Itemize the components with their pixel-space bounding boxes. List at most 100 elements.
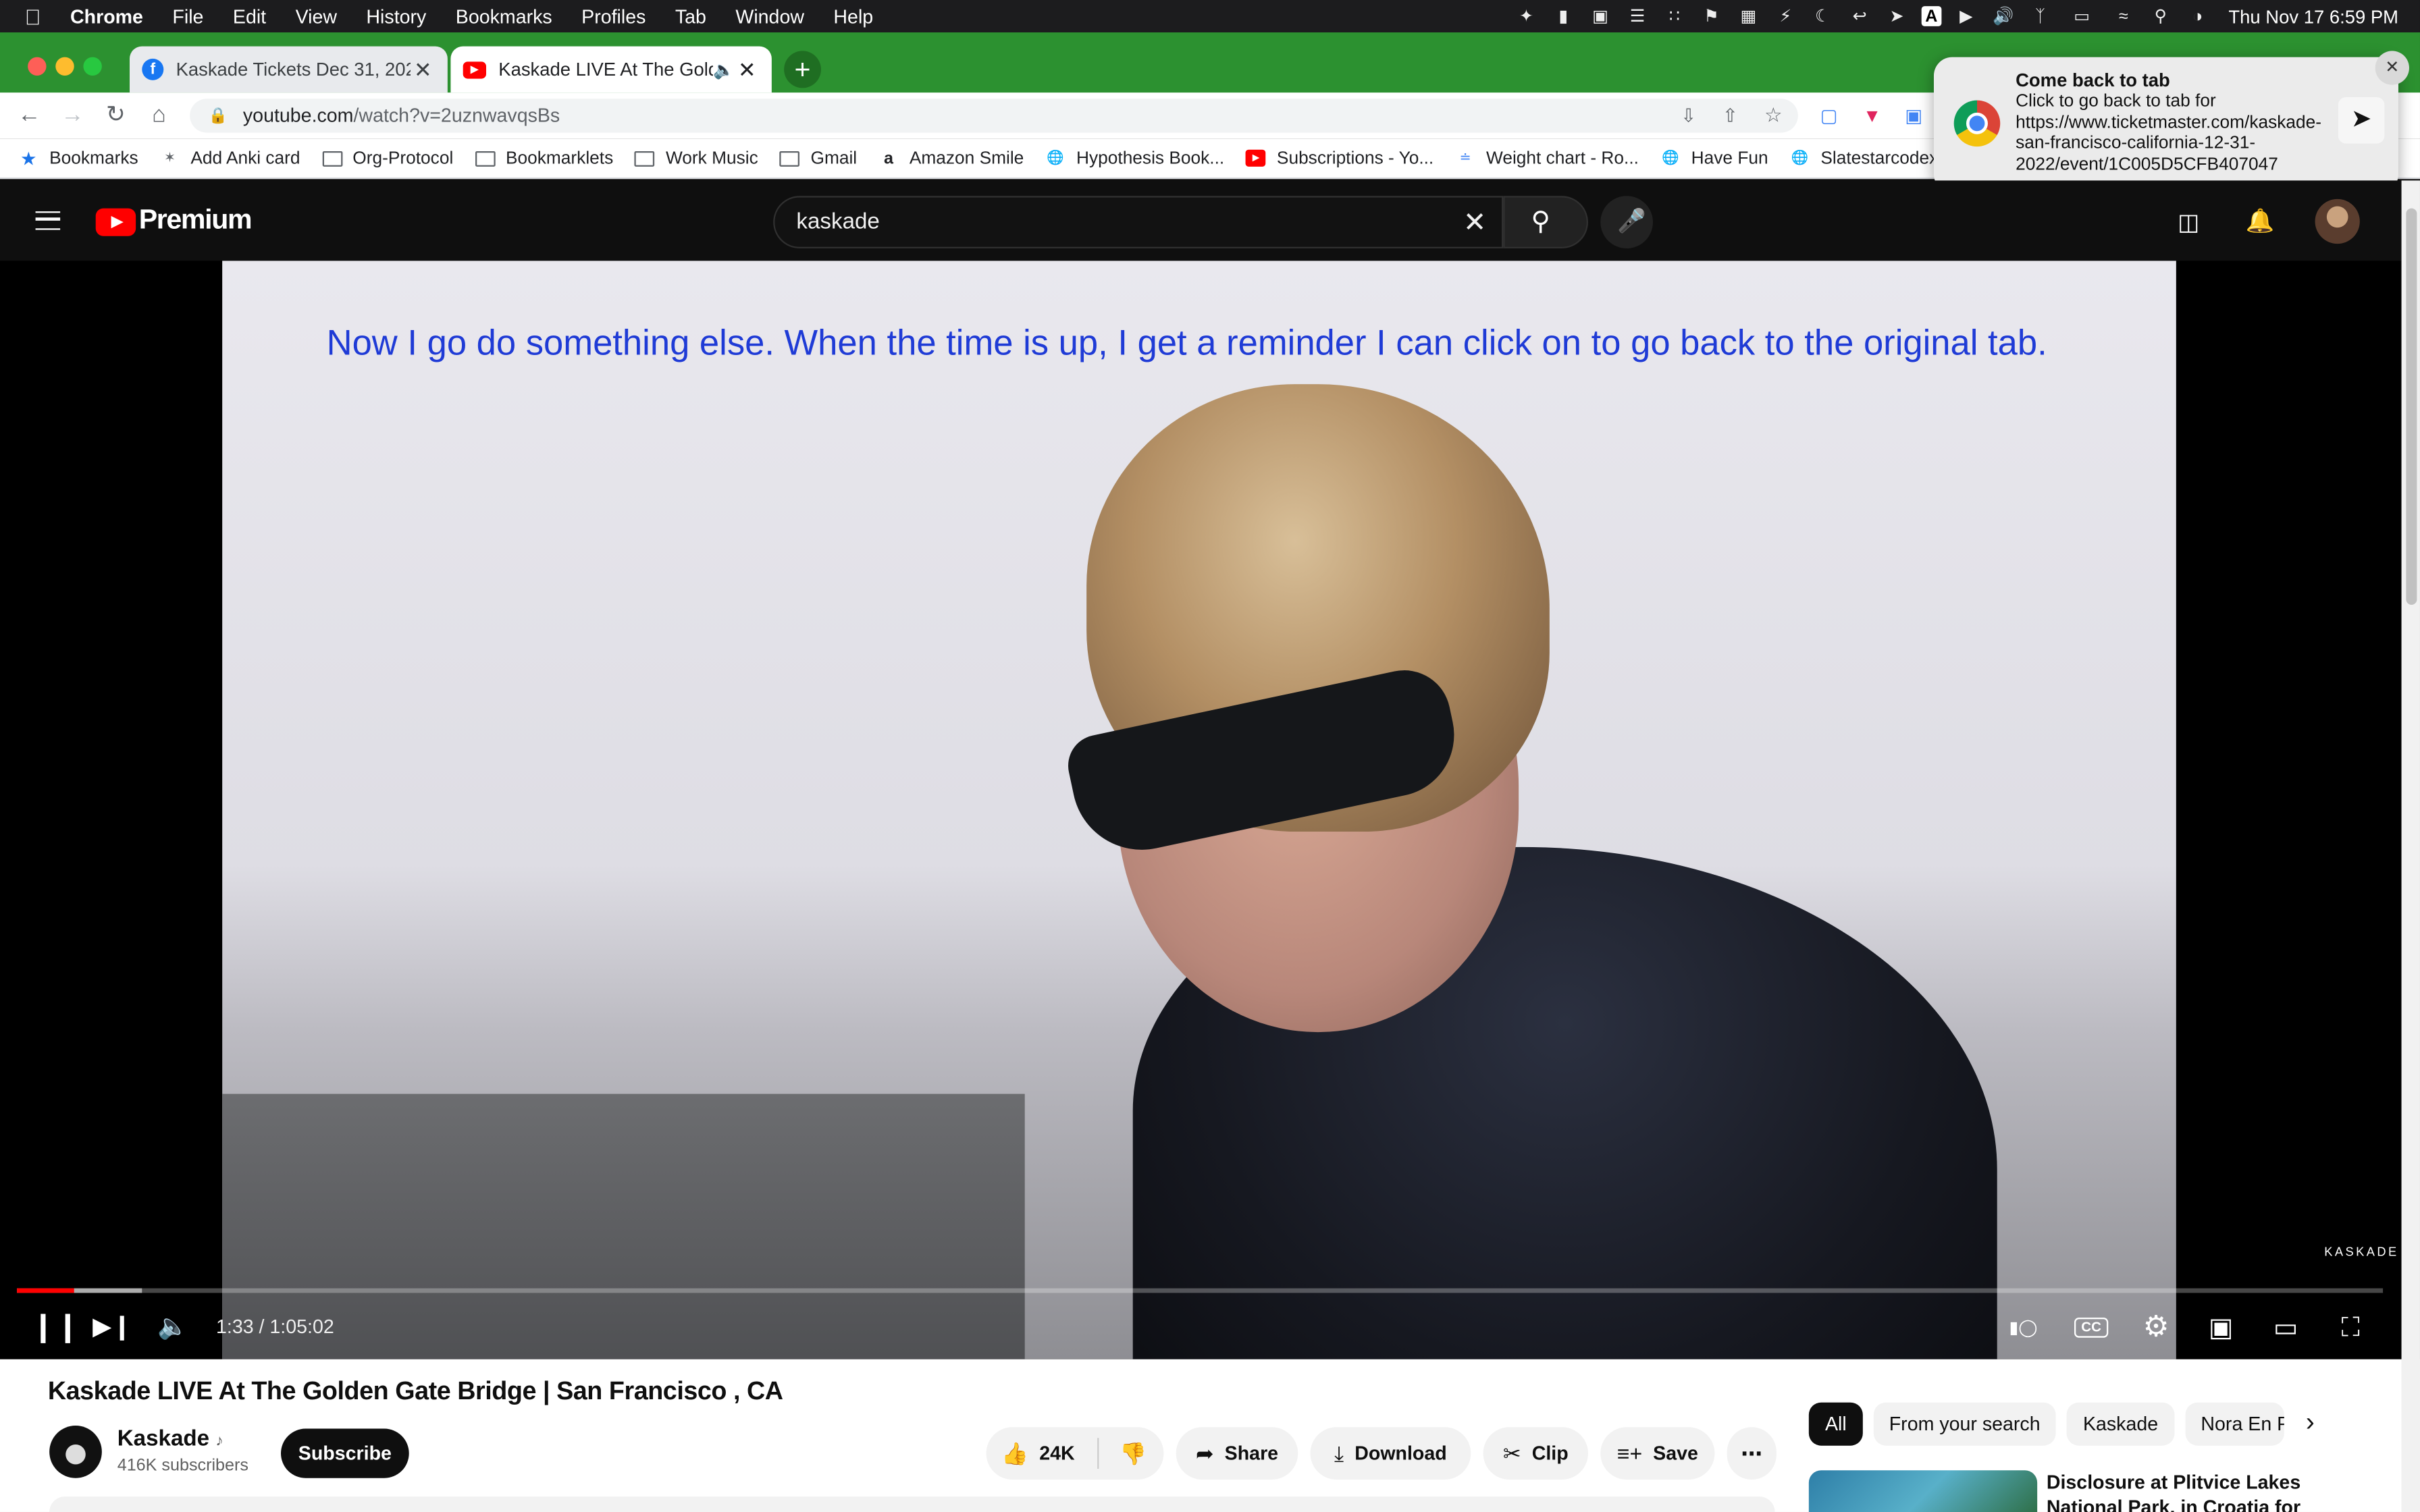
- menu-edit[interactable]: Edit: [233, 5, 266, 27]
- status-moon-icon[interactable]: ☾: [1810, 5, 1835, 27]
- bookmark-item[interactable]: ★ Bookmarks: [18, 147, 138, 169]
- menu-history[interactable]: History: [366, 5, 426, 27]
- status-chip-icon[interactable]: ▦: [1736, 5, 1761, 27]
- clip-button[interactable]: ✂ Clip: [1483, 1427, 1588, 1480]
- menu-help[interactable]: Help: [833, 5, 873, 27]
- description-box[interactable]: [49, 1496, 1775, 1512]
- status-send-icon[interactable]: ➤: [1885, 5, 1910, 27]
- bookmark-item[interactable]: ✶ Add Anki card: [160, 149, 300, 167]
- status-control-center-icon[interactable]: ◑: [2185, 5, 2210, 27]
- menu-profiles[interactable]: Profiles: [581, 5, 646, 27]
- menu-hamburger-icon[interactable]: [35, 211, 61, 230]
- miniplayer-icon[interactable]: ▣: [2204, 1313, 2238, 1344]
- menu-bookmarks[interactable]: Bookmarks: [456, 5, 552, 27]
- bookmark-item[interactable]: ≐ Weight chart - Ro...: [1455, 149, 1638, 167]
- zoom-window-icon[interactable]: [83, 57, 102, 76]
- tab-audio-icon[interactable]: 🔈: [713, 59, 735, 79]
- close-window-icon[interactable]: [28, 57, 47, 76]
- status-play-icon[interactable]: ▶: [1954, 5, 1979, 27]
- status-bottle-icon[interactable]: ▮: [1551, 5, 1576, 27]
- tab-close-icon[interactable]: ✕: [735, 56, 760, 82]
- volume-icon[interactable]: 🔈: [156, 1313, 190, 1344]
- apple-icon[interactable]: : [25, 4, 41, 29]
- status-bird-icon[interactable]: ✦: [1514, 5, 1539, 27]
- notifications-bell-icon[interactable]: 🔔: [2246, 207, 2275, 235]
- install-icon[interactable]: ⇩: [1675, 102, 1702, 130]
- chevron-right-icon[interactable]: ›: [2306, 1407, 2315, 1438]
- download-button[interactable]: ⤓ Download: [1310, 1427, 1471, 1480]
- lock-icon[interactable]: 🔒: [209, 107, 228, 124]
- channel-name[interactable]: Kaskade ♪: [117, 1427, 223, 1452]
- bookmark-folder[interactable]: Gmail: [779, 149, 857, 167]
- status-bars-icon[interactable]: ☰: [1625, 5, 1650, 27]
- recommended-title[interactable]: Disclosure at Plitvice Lakes National Pa…: [2047, 1470, 2309, 1512]
- status-flag-icon[interactable]: ⚑: [1699, 5, 1724, 27]
- new-tab-button[interactable]: +: [784, 51, 821, 88]
- menu-window[interactable]: Window: [735, 5, 804, 27]
- bookmark-folder[interactable]: Work Music: [635, 149, 758, 167]
- forward-arrow-icon[interactable]: →: [59, 102, 86, 130]
- dislike-icon[interactable]: 👎: [1120, 1440, 1147, 1467]
- youtube-premium-logo[interactable]: Premium: [139, 204, 253, 236]
- user-avatar[interactable]: [2315, 198, 2360, 244]
- autoplay-toggle[interactable]: ▮◯: [2000, 1313, 2047, 1344]
- theater-mode-icon[interactable]: ▭: [2269, 1313, 2303, 1344]
- scrollbar-thumb[interactable]: [2406, 208, 2417, 605]
- status-wifi-icon[interactable]: ≈: [2111, 5, 2136, 27]
- status-bolt-icon[interactable]: ⚡: [1773, 5, 1798, 27]
- settings-gear-icon[interactable]: ⚙: [2139, 1312, 2173, 1344]
- next-video-icon[interactable]: ▶❙: [93, 1313, 132, 1344]
- video-player[interactable]: Now I go do something else. When the tim…: [0, 261, 2402, 1359]
- bookmark-item[interactable]: 🌐 Have Fun: [1660, 149, 1768, 167]
- like-icon[interactable]: 👍: [1001, 1440, 1028, 1467]
- extension-square-icon[interactable]: ▢: [1815, 102, 1843, 130]
- menu-tab[interactable]: Tab: [675, 5, 706, 27]
- bookmark-item[interactable]: ▶ Subscriptions - Yo...: [1246, 149, 1433, 167]
- bookmark-star-icon[interactable]: ☆: [1760, 102, 1787, 130]
- reload-icon[interactable]: ↻: [102, 102, 130, 130]
- pause-icon[interactable]: ❙❙: [31, 1312, 80, 1344]
- youtube-logo-icon[interactable]: [95, 208, 136, 236]
- search-input[interactable]: kaskade: [773, 196, 1504, 248]
- pocket-icon[interactable]: ▼: [1858, 102, 1886, 130]
- bookmark-folder[interactable]: Org-Protocol: [321, 149, 453, 167]
- captions-button[interactable]: CC: [2074, 1317, 2109, 1338]
- menu-view[interactable]: View: [296, 5, 337, 27]
- create-video-icon[interactable]: ◫: [2178, 209, 2199, 236]
- status-hook-icon[interactable]: ↩: [1847, 5, 1872, 27]
- status-bluetooth-icon[interactable]: ᛉ: [2028, 5, 2053, 27]
- share-page-icon[interactable]: ⇧: [1716, 102, 1744, 130]
- subscribe-button[interactable]: Subscribe: [280, 1428, 409, 1478]
- status-display-icon[interactable]: ▣: [1588, 5, 1613, 27]
- notification-come-back-to-tab[interactable]: Come back to tab Click to go back to tab…: [1933, 57, 2398, 193]
- bookmark-item[interactable]: a Amazon Smile: [878, 149, 1024, 167]
- fullscreen-icon[interactable]: ⛶: [2334, 1313, 2367, 1344]
- status-battery-icon[interactable]: ▭: [2065, 5, 2099, 27]
- status-grid-icon[interactable]: ∷: [1662, 5, 1687, 27]
- chip-from-your-search[interactable]: From your search: [1873, 1402, 2056, 1446]
- voice-search-button[interactable]: 🎤: [1600, 196, 1653, 248]
- back-arrow-icon[interactable]: ←: [16, 102, 43, 130]
- progress-bar[interactable]: [17, 1288, 2384, 1293]
- address-bar[interactable]: 🔒 youtube.com/watch?v=2uznwavqsBs: [190, 99, 1798, 133]
- status-volume-icon[interactable]: 🔊: [1991, 5, 2016, 27]
- menu-file[interactable]: File: [172, 5, 203, 27]
- share-button[interactable]: ➦ Share: [1176, 1427, 1298, 1480]
- bookmark-folder[interactable]: Bookmarklets: [475, 149, 613, 167]
- more-actions-button[interactable]: ⋯: [1727, 1427, 1777, 1480]
- status-search-icon[interactable]: ⚲: [2149, 5, 2174, 27]
- minimize-window-icon[interactable]: [55, 57, 74, 76]
- chip-all[interactable]: All: [1808, 1402, 1863, 1446]
- menu-app-name[interactable]: Chrome: [70, 5, 143, 27]
- recommended-thumbnail[interactable]: [1808, 1470, 2038, 1512]
- like-count[interactable]: 24K: [1039, 1442, 1074, 1464]
- tab-close-icon[interactable]: ✕: [411, 56, 436, 82]
- notification-close-icon[interactable]: ✕: [2375, 51, 2409, 85]
- status-text-icon[interactable]: A: [1921, 6, 1942, 26]
- tab-ticketmaster[interactable]: f Kaskade Tickets Dec 31, 2022 ✕: [129, 46, 448, 93]
- clear-search-icon[interactable]: ✕: [1463, 207, 1486, 239]
- status-datetime[interactable]: Thu Nov 17 6:59 PM: [2228, 5, 2398, 27]
- extension-reader-icon[interactable]: ▣: [1900, 102, 1928, 130]
- search-button[interactable]: ⚲: [1503, 196, 1588, 248]
- bookmark-item[interactable]: 🌐 Hypothesis Book...: [1045, 149, 1224, 167]
